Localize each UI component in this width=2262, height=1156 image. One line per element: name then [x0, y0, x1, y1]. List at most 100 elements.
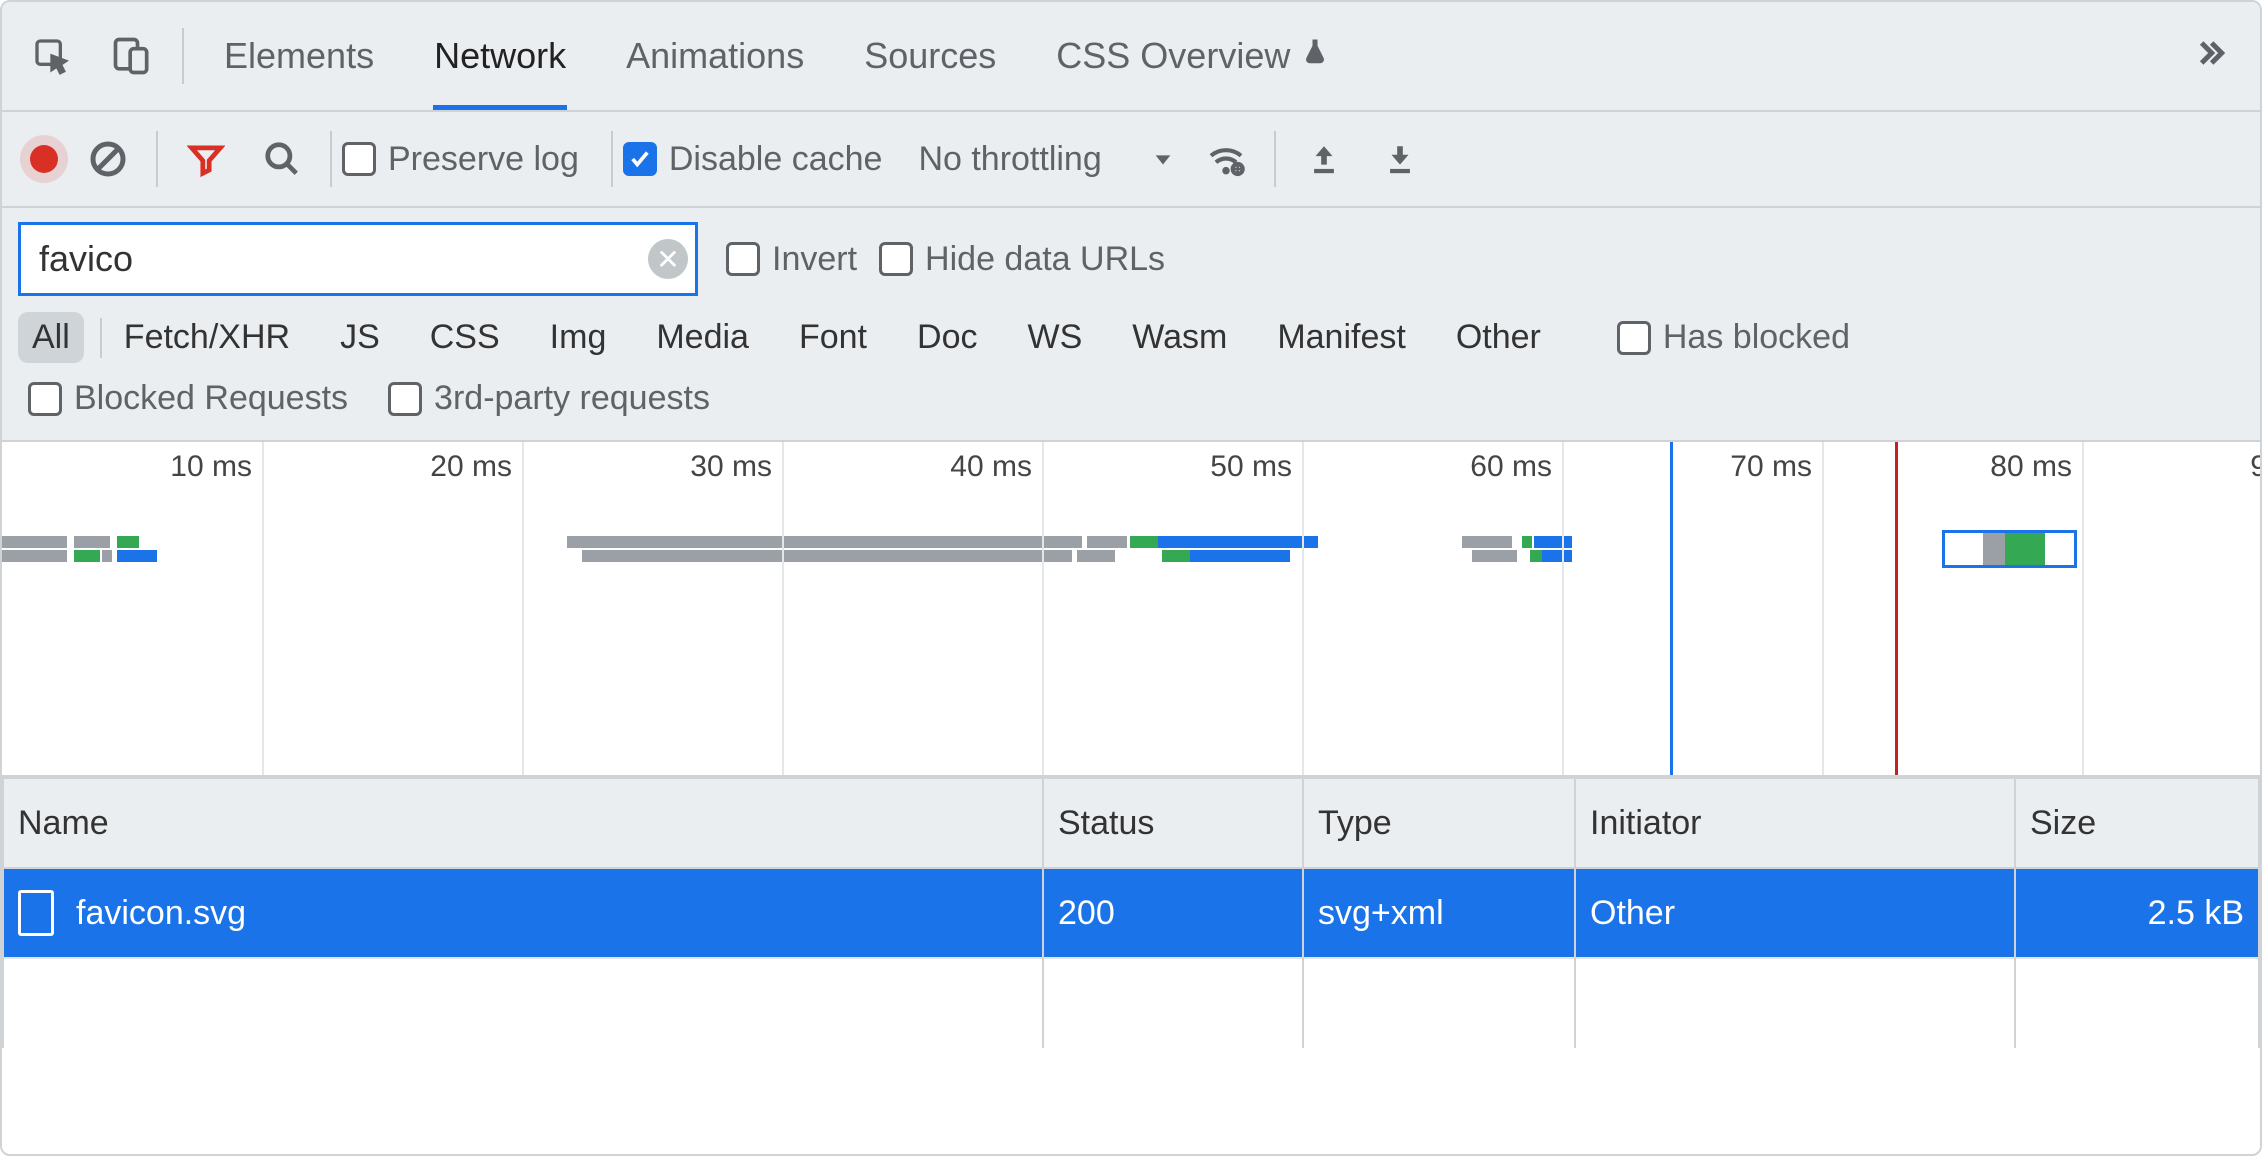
tab-elements[interactable]: Elements	[194, 2, 404, 110]
throttling-label: No throttling	[918, 140, 1101, 179]
checkbox-label: Hide data URLs	[925, 240, 1165, 279]
filter-chip-fetch-xhr[interactable]: Fetch/XHR	[110, 312, 304, 363]
filter-chip-manifest[interactable]: Manifest	[1263, 312, 1420, 363]
checkbox-label: 3rd-party requests	[434, 379, 710, 418]
tab-label: Sources	[864, 35, 996, 77]
third-party-requests-checkbox[interactable]: 3rd-party requests	[388, 379, 710, 418]
checkbox-icon	[1617, 321, 1651, 355]
clear-filter-icon[interactable]: ✕	[648, 239, 688, 279]
cell-type: svg+xml	[1303, 868, 1575, 958]
network-toolbar: Preserve log Disable cache No throttling	[2, 112, 2260, 208]
dom-content-loaded-line	[1670, 442, 1673, 775]
filter-chip-doc[interactable]: Doc	[903, 312, 991, 363]
filter-chip-ws[interactable]: WS	[1013, 312, 1096, 363]
filter-chip-all[interactable]: All	[18, 312, 84, 363]
tab-label: Elements	[224, 35, 374, 77]
main-tabs: Elements Network Animations Sources CSS …	[2, 2, 2260, 112]
column-header-initiator[interactable]: Initiator	[1575, 778, 2015, 868]
timeline-tick-label: 80 ms	[1990, 450, 2082, 484]
timeline-tick-label: 60 ms	[1470, 450, 1562, 484]
export-har-icon[interactable]	[1374, 133, 1426, 185]
filter-toggle-icon[interactable]	[180, 133, 232, 185]
timeline-gridline	[262, 442, 264, 775]
device-toolbar-icon[interactable]	[106, 30, 158, 82]
checkbox-icon	[342, 142, 376, 176]
disable-cache-checkbox[interactable]: Disable cache	[623, 140, 883, 179]
has-blocked-cookies-checkbox[interactable]: Has blocked	[1617, 318, 1850, 357]
timeline-gridline	[522, 442, 524, 775]
tab-sources[interactable]: Sources	[834, 2, 1026, 110]
timeline-gridline	[1042, 442, 1044, 775]
tab-label: CSS Overview	[1056, 35, 1290, 77]
search-icon[interactable]	[256, 133, 308, 185]
hide-data-urls-checkbox[interactable]: Hide data URLs	[879, 240, 1165, 279]
tab-animations[interactable]: Animations	[596, 2, 834, 110]
timeline-gridline	[1562, 442, 1564, 775]
more-tabs-icon[interactable]	[2170, 33, 2250, 80]
filter-chip-wasm[interactable]: Wasm	[1118, 312, 1241, 363]
filter-chip-font[interactable]: Font	[785, 312, 881, 363]
tab-label: Animations	[626, 35, 804, 77]
checkbox-icon	[879, 242, 913, 276]
record-button[interactable]	[30, 145, 58, 173]
experiment-flask-icon	[1300, 35, 1330, 78]
preserve-log-checkbox[interactable]: Preserve log	[342, 140, 579, 179]
filter-chip-js[interactable]: JS	[326, 312, 394, 363]
timeline-tick-label: 70 ms	[1730, 450, 1822, 484]
column-header-size[interactable]: Size	[2015, 778, 2259, 868]
timeline-tick-label: 30 ms	[690, 450, 782, 484]
column-header-type[interactable]: Type	[1303, 778, 1575, 868]
separator	[1274, 131, 1276, 187]
inspect-element-icon[interactable]	[26, 30, 78, 82]
table-header-row: Name Status Type Initiator Size	[3, 778, 2259, 868]
checkbox-icon	[726, 242, 760, 276]
timeline-tick-label: 10 ms	[170, 450, 262, 484]
invert-checkbox[interactable]: Invert	[726, 240, 857, 279]
timeline-gridline	[1822, 442, 1824, 775]
network-conditions-icon[interactable]	[1200, 133, 1252, 185]
checkbox-icon	[623, 142, 657, 176]
requests-table: Name Status Type Initiator Size favicon.…	[2, 777, 2260, 1048]
clear-log-icon[interactable]	[82, 133, 134, 185]
tab-label: Network	[434, 35, 566, 77]
filter-chip-other[interactable]: Other	[1442, 312, 1555, 363]
dropdown-triangle-icon	[1152, 140, 1174, 179]
timeline-tick-label: 90 ms	[2250, 450, 2260, 484]
cell-size: 2.5 kB	[2015, 868, 2259, 958]
checkbox-label: Has blocked	[1663, 318, 1850, 357]
checkbox-icon	[388, 382, 422, 416]
checkbox-label: Preserve log	[388, 140, 579, 179]
checkbox-label: Blocked Requests	[74, 379, 348, 418]
checkbox-icon	[28, 382, 62, 416]
import-har-icon[interactable]	[1298, 133, 1350, 185]
timeline-tick-label: 50 ms	[1210, 450, 1302, 484]
filter-chip-css[interactable]: CSS	[416, 312, 514, 363]
checkbox-label: Invert	[772, 240, 857, 279]
filter-chip-media[interactable]: Media	[642, 312, 763, 363]
separator	[182, 28, 184, 84]
file-icon	[18, 890, 54, 936]
empty-row	[3, 958, 2259, 1048]
separator	[330, 131, 332, 187]
throttling-select[interactable]: No throttling	[904, 140, 1187, 179]
cell-initiator: Other	[1575, 868, 2015, 958]
timeline-overview[interactable]: 10 ms20 ms30 ms40 ms50 ms60 ms70 ms80 ms…	[2, 442, 2260, 777]
filter-input[interactable]	[18, 222, 698, 296]
column-header-name[interactable]: Name	[3, 778, 1043, 868]
load-event-line	[1895, 442, 1898, 775]
filter-chip-img[interactable]: Img	[536, 312, 621, 363]
timeline-gridline	[1302, 442, 1304, 775]
separator	[611, 131, 613, 187]
cell-status: 200	[1043, 868, 1303, 958]
table-row[interactable]: favicon.svg 200 svg+xml Other 2.5 kB	[3, 868, 2259, 958]
blocked-requests-checkbox[interactable]: Blocked Requests	[28, 379, 348, 418]
tab-network[interactable]: Network	[404, 2, 596, 110]
column-header-status[interactable]: Status	[1043, 778, 1303, 868]
separator	[100, 318, 102, 358]
timeline-selection[interactable]	[1942, 530, 2077, 568]
timeline-gridline	[2082, 442, 2084, 775]
filter-bar: ✕ Invert Hide data URLs	[2, 208, 2260, 306]
checkbox-label: Disable cache	[669, 140, 883, 179]
timeline-tick-label: 40 ms	[950, 450, 1042, 484]
tab-css-overview[interactable]: CSS Overview	[1026, 2, 1360, 110]
